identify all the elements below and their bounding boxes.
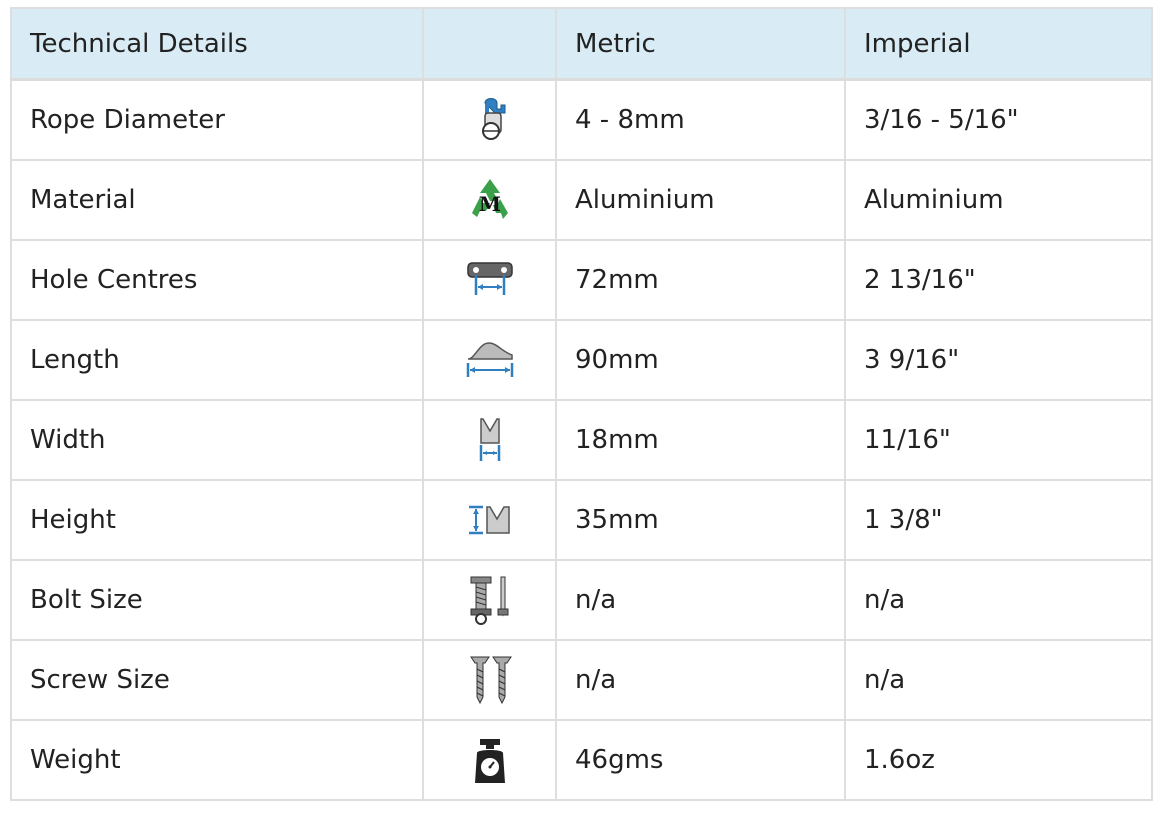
row-label: Bolt Size <box>10 559 424 641</box>
row-label: Width <box>10 399 424 481</box>
metric-value: 90mm <box>555 319 846 401</box>
svg-text:M: M <box>478 192 500 216</box>
imperial-value: n/a <box>844 559 1153 641</box>
recycle-material-icon: M <box>463 173 517 227</box>
metric-value: 18mm <box>555 399 846 481</box>
technical-details-table-wrapper: Technical Details Metric Imperial Rope D… <box>10 7 1153 801</box>
metric-value: n/a <box>555 559 846 641</box>
imperial-value: 1 3/8" <box>844 479 1153 561</box>
row-label: Hole Centres <box>10 239 424 321</box>
imperial-value: 3/16 - 5/16" <box>844 78 1153 161</box>
metric-value: Aluminium <box>555 159 846 241</box>
metric-value: 46gms <box>555 719 846 801</box>
metric-value: 72mm <box>555 239 846 321</box>
header-metric: Metric <box>555 7 846 81</box>
table-row: Screw Size n/a n/a <box>10 639 1153 721</box>
table-row: Hole Centres 72mm 2 13/16" <box>10 239 1153 321</box>
height-icon <box>463 493 517 547</box>
metric-value: n/a <box>555 639 846 721</box>
weight-icon <box>463 733 517 787</box>
row-label: Weight <box>10 719 424 801</box>
screw-icon <box>463 653 517 707</box>
width-icon <box>463 413 517 467</box>
table-row: Height 35mm 1 3/8" <box>10 479 1153 561</box>
table-row: Material M Aluminium Aluminium <box>10 159 1153 241</box>
table-row: Weight 46gms 1.6oz <box>10 719 1153 801</box>
table-row: Width 18mm 11/16" <box>10 399 1153 481</box>
length-icon <box>463 333 517 387</box>
metric-value: 35mm <box>555 479 846 561</box>
table-row: Rope Diameter 4 - 8mm 3/16 - 5/16" <box>10 78 1153 161</box>
row-label: Length <box>10 319 424 401</box>
table-row: Bolt Size n/a n/a <box>10 559 1153 641</box>
header-imperial: Imperial <box>844 7 1153 81</box>
imperial-value: Aluminium <box>844 159 1153 241</box>
bolt-icon <box>463 573 517 627</box>
header-icon-column <box>422 7 557 81</box>
metric-value: 4 - 8mm <box>555 78 846 161</box>
row-label: Height <box>10 479 424 561</box>
table-header-row: Technical Details Metric Imperial <box>10 7 1153 81</box>
imperial-value: 2 13/16" <box>844 239 1153 321</box>
rope-diameter-icon <box>463 93 517 147</box>
imperial-value: 1.6oz <box>844 719 1153 801</box>
table-row: Length 90mm 3 9/16" <box>10 319 1153 401</box>
imperial-value: 3 9/16" <box>844 319 1153 401</box>
row-label: Rope Diameter <box>10 78 424 161</box>
row-label: Material <box>10 159 424 241</box>
hole-centres-icon <box>463 253 517 307</box>
header-technical-details: Technical Details <box>10 7 424 81</box>
technical-details-table: Technical Details Metric Imperial Rope D… <box>10 7 1153 801</box>
imperial-value: n/a <box>844 639 1153 721</box>
row-label: Screw Size <box>10 639 424 721</box>
imperial-value: 11/16" <box>844 399 1153 481</box>
